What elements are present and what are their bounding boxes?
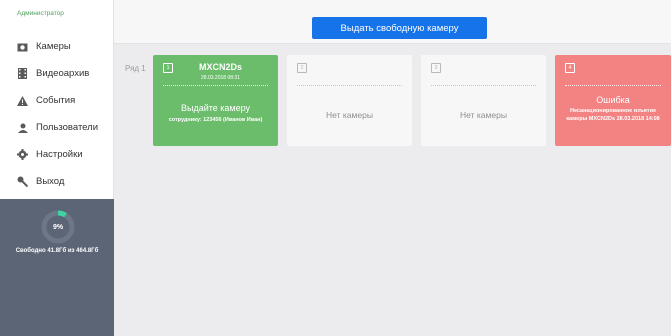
film-icon <box>17 68 28 79</box>
slot-error-title: Ошибка <box>596 95 630 105</box>
sidebar-item-logout[interactable]: Выход <box>0 168 113 195</box>
sidebar-item-label: Настройки <box>36 149 83 160</box>
sidebar-item-label: События <box>36 95 76 106</box>
top-toolbar: Выдать свободную камеру <box>114 0 671 44</box>
empty-slot-text: Нет камеры <box>460 110 507 120</box>
divider <box>163 85 268 86</box>
empty-slot-text: Нет камеры <box>326 110 373 120</box>
camera-date: 28.03.2018 08:31 <box>201 75 240 81</box>
sidebar-item-label: Видеоархив <box>36 68 90 79</box>
issue-free-camera-button[interactable]: Выдать свободную камеру <box>312 17 487 39</box>
camera-name: MXCN2Ds <box>198 62 242 72</box>
sidebar-item-users[interactable]: Пользователи <box>0 114 113 141</box>
slot-number: 2 <box>297 63 307 73</box>
divider <box>431 85 536 86</box>
camera-slot-2[interactable]: 2 Нет камеры <box>287 55 412 146</box>
sidebar-menu-panel: Администратор Камеры Видеоархив События … <box>0 0 114 199</box>
camera-slot-1[interactable]: 1 MXCN2Ds 28.03.2018 08:31 Выдайте камер… <box>153 55 278 146</box>
divider <box>565 85 661 86</box>
user-icon <box>17 122 28 133</box>
slot-status-title: Выдайте камеру <box>180 103 251 113</box>
divider <box>297 85 402 86</box>
disk-usage-percent: 9% <box>52 223 64 231</box>
slot-number: 4 <box>565 63 575 73</box>
camera-slot-3[interactable]: 3 Нет камеры <box>421 55 546 146</box>
sidebar-item-label: Выход <box>36 176 65 187</box>
slot-number: 3 <box>431 63 441 73</box>
slot-error-detail: Несанкционированное изъятие камеры MXCN2… <box>566 108 660 122</box>
sidebar-item-label: Камеры <box>36 41 71 52</box>
gear-icon <box>17 149 28 160</box>
user-role-label: Администратор <box>17 10 64 17</box>
row-label: Ряд 1 <box>125 64 146 73</box>
warning-icon <box>17 95 28 106</box>
disk-usage-panel: 9% Свободно 41.8Гб из 464.8Гб <box>0 199 114 336</box>
sidebar-item-label: Пользователи <box>36 122 99 133</box>
key-icon <box>17 176 28 187</box>
camera-slot-4[interactable]: 4 Ошибка Несанкционированное изъятие кам… <box>555 55 671 146</box>
sidebar-item-video-archive[interactable]: Видеоархив <box>0 60 113 87</box>
sidebar-item-cameras[interactable]: Камеры <box>0 33 113 60</box>
slot-status-detail: сотруднику: 123456 (Иванов Иван) <box>168 117 263 123</box>
sidebar-item-events[interactable]: События <box>0 87 113 114</box>
sidebar: Администратор Камеры Видеоархив События … <box>0 0 114 336</box>
camera-icon <box>17 41 28 52</box>
disk-free-text: Свободно 41.8Гб из 464.8Гб <box>15 248 99 254</box>
sidebar-item-settings[interactable]: Настройки <box>0 141 113 168</box>
